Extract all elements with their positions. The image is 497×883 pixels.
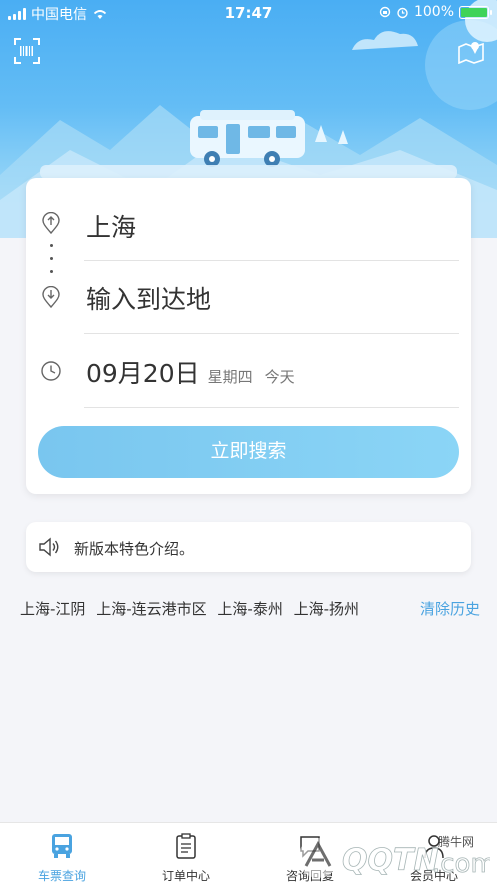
battery-icon xyxy=(459,5,492,19)
history-item[interactable]: 上海-泰州 xyxy=(217,600,282,618)
origin-field[interactable]: 上海 xyxy=(84,200,459,261)
destination-field[interactable]: 输入到达地 xyxy=(84,272,459,334)
bus-icon xyxy=(52,834,72,858)
status-bar: 中国电信 17:47 100% xyxy=(0,0,497,26)
battery-percent: 100% xyxy=(413,4,454,20)
date-field[interactable]: 09月20日 星期四 今天 xyxy=(84,346,459,408)
route-dots xyxy=(50,244,54,283)
tab-label: 车票查询 xyxy=(37,869,86,883)
svg-text:QQTN: QQTN xyxy=(342,843,439,878)
search-card: 上海 输入到达地 09月20日 星期四 今天 立即搜索 xyxy=(26,178,471,494)
search-history: 上海-江阴 上海-连云港市区 上海-泰州 上海-扬州 清除历史 xyxy=(20,598,480,620)
clear-history-link[interactable]: 清除历史 xyxy=(420,598,480,619)
clipboard-icon xyxy=(176,833,196,859)
svg-text:腾牛网: 腾牛网 xyxy=(438,834,474,849)
alarm-icon xyxy=(397,7,408,18)
tab-label: 订单中心 xyxy=(161,869,210,883)
notice-text: 新版本特色介绍。 xyxy=(74,540,195,558)
map-icon[interactable] xyxy=(458,38,484,64)
notice-bar[interactable]: 新版本特色介绍。 xyxy=(26,522,471,572)
destination-placeholder: 输入到达地 xyxy=(86,285,212,314)
barcode-scan-icon[interactable] xyxy=(14,38,40,64)
today-label: 今天 xyxy=(264,368,295,386)
tab-order-center[interactable]: 订单中心 xyxy=(124,823,248,883)
origin-pin-icon xyxy=(42,212,60,234)
tab-ticket-search[interactable]: 车票查询 xyxy=(0,823,124,883)
history-item[interactable]: 上海-扬州 xyxy=(294,600,359,618)
history-item[interactable]: 上海-连云港市区 xyxy=(96,600,206,618)
svg-text:.com: .com xyxy=(432,849,490,879)
speaker-icon xyxy=(39,537,59,557)
orientation-lock-icon xyxy=(379,6,391,18)
clock-icon xyxy=(41,361,61,381)
watermark-logo: QQTN .com 腾牛网 xyxy=(298,834,490,879)
history-item[interactable]: 上海-江阴 xyxy=(20,600,85,618)
weekday-label: 星期四 xyxy=(207,368,253,386)
origin-value: 上海 xyxy=(86,213,137,242)
destination-pin-icon xyxy=(42,286,60,308)
search-button[interactable]: 立即搜索 xyxy=(38,426,459,478)
date-value: 09月20日 xyxy=(86,359,200,388)
